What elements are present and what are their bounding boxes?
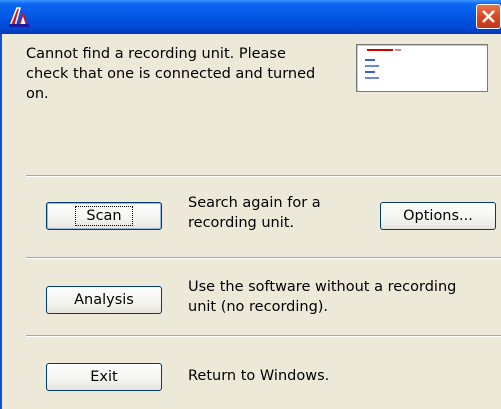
exit-description: Return to Windows. — [188, 368, 330, 384]
thumbnail-line — [365, 77, 379, 79]
exit-button-label: Exit — [90, 369, 118, 385]
thumbnail-line — [365, 65, 379, 67]
powerchrom-screen-thumbnail — [356, 44, 488, 92]
thumbnail-line — [365, 59, 375, 61]
thumbnail-title-mark — [395, 49, 401, 51]
app-logo-icon — [7, 6, 31, 28]
title-bar[interactable] — [0, 0, 501, 34]
separator — [26, 335, 501, 337]
exit-button[interactable]: Exit — [46, 363, 162, 391]
thumbnail-title-mark — [367, 49, 393, 51]
separator — [26, 175, 501, 177]
dialog-window: Cannot find a recording unit. Please che… — [0, 0, 501, 409]
analysis-button[interactable]: Analysis — [46, 286, 162, 314]
scan-button-label: Scan — [75, 206, 133, 226]
analysis-button-label: Analysis — [74, 292, 134, 308]
close-button[interactable] — [476, 4, 501, 29]
analysis-description: Use the software without a recording uni… — [188, 279, 457, 315]
error-message: Cannot find a recording unit. Please che… — [26, 46, 316, 102]
scan-button[interactable]: Scan — [46, 202, 162, 230]
options-button-label: Options... — [403, 208, 473, 224]
separator — [26, 257, 501, 259]
options-button[interactable]: Options... — [380, 202, 496, 230]
thumbnail-line — [365, 71, 375, 73]
scan-description: Search again for a recording unit. — [188, 195, 321, 231]
